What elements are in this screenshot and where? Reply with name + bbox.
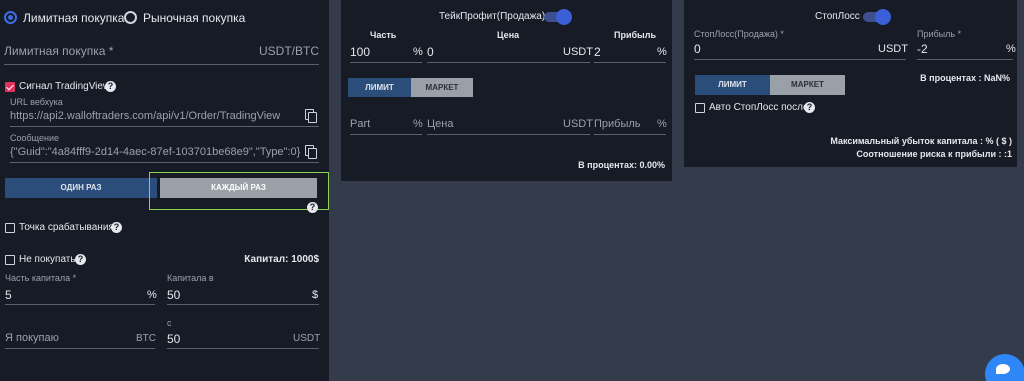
- c-underline: [167, 348, 319, 349]
- sl-price-label: СтопЛосс(Продажа) *: [694, 29, 784, 39]
- limit-buy-underline: [4, 64, 319, 65]
- tp2-part-underline: [350, 134, 422, 135]
- tp-profit-input[interactable]: Прибыль: [594, 118, 641, 130]
- copy-webhook-icon[interactable]: [305, 109, 317, 123]
- stop-loss-toggle[interactable]: [863, 9, 891, 25]
- dont-buy-help-icon[interactable]: ?: [75, 254, 86, 265]
- chat-button[interactable]: [985, 354, 1024, 381]
- i-buy-unit: BTC: [136, 333, 156, 344]
- tp-price-underline: [427, 62, 590, 63]
- tp2-profit-unit: %: [657, 118, 667, 130]
- trigger-point-help-icon[interactable]: ?: [111, 222, 122, 233]
- take-profit-panel: ТейкПрофит(Продажа) Часть Цена Прибыль 1…: [341, 0, 672, 181]
- c-unit: USDT: [293, 333, 321, 344]
- tp2-part-unit: %: [413, 118, 423, 130]
- tp-price-value[interactable]: 0: [427, 45, 434, 59]
- tp-profit-underline: [594, 62, 666, 63]
- dont-buy-label: Не покупать: [19, 254, 76, 265]
- tp-market-button[interactable]: МАРКЕТ: [411, 78, 473, 97]
- message-field[interactable]: {"Guid":"4a84fff9-2d14-4aec-87ef-103701b…: [10, 146, 300, 158]
- copy-message-icon[interactable]: [305, 145, 317, 159]
- tp-limit-button[interactable]: ЛИМИТ: [348, 78, 411, 97]
- tp-profit-unit: %: [657, 46, 667, 58]
- auto-stop-loss-help-icon[interactable]: ?: [804, 102, 815, 113]
- trigger-point-label: Точка срабатывания: [19, 222, 114, 233]
- i-buy-label[interactable]: Я покупаю: [5, 332, 59, 344]
- tp-part-unit: %: [413, 46, 423, 58]
- webhook-underline: [10, 126, 319, 127]
- stop-loss-panel: СтопЛосс СтопЛосс(Продажа) * 0 USDT Приб…: [684, 0, 1017, 167]
- max-loss-text: Максимальный убыток капитала : % ( $ ): [830, 136, 1012, 146]
- tp-price-input[interactable]: Цена: [427, 118, 453, 130]
- tp-price-unit: USDT: [563, 46, 593, 58]
- message-label: Сообщение: [10, 133, 59, 143]
- every-time-button[interactable]: КАЖДЫЙ РАЗ: [160, 178, 317, 198]
- capital-in-unit: $: [312, 289, 319, 301]
- stop-loss-title: СтопЛосс: [815, 11, 860, 22]
- message-underline: [10, 162, 319, 163]
- sl-price-value[interactable]: 0: [694, 42, 701, 56]
- trigger-point-checkbox[interactable]: [5, 223, 15, 233]
- capital-in-value[interactable]: 50: [167, 288, 180, 302]
- sl-profit-underline: [917, 59, 1013, 60]
- left-panel: Лимитная покупка Рыночная покупка Лимитн…: [0, 0, 329, 381]
- take-profit-toggle[interactable]: [544, 9, 572, 25]
- radio-market-buy[interactable]: [124, 11, 137, 24]
- sl-profit-value[interactable]: -2: [917, 42, 928, 56]
- limit-buy-unit: USDT/BTC: [259, 44, 319, 58]
- capital-in-underline: [167, 304, 319, 305]
- tv-signal-checkbox[interactable]: [5, 82, 15, 92]
- tp2-profit-underline: [594, 134, 666, 135]
- sl-profit-unit: %: [1006, 43, 1016, 55]
- limit-buy-label: Лимитная покупка *: [4, 44, 114, 58]
- auto-stop-loss-label: Авто СтопЛосс после: [709, 102, 809, 113]
- tp-profit-value[interactable]: 2: [594, 45, 601, 59]
- tv-signal-help-icon[interactable]: ?: [105, 81, 116, 92]
- tp2-price-underline: [427, 134, 590, 135]
- capital-part-unit: %: [147, 289, 157, 301]
- col-profit-header: Прибыль: [614, 30, 656, 40]
- sl-market-button[interactable]: МАРКЕТ: [770, 75, 845, 95]
- radio-market-buy-label[interactable]: Рыночная покупка: [143, 11, 245, 25]
- capital-part-value[interactable]: 5: [5, 288, 12, 302]
- tp-part-value[interactable]: 100: [350, 45, 370, 59]
- risk-ratio-text: Соотношение риска к прибыли : :1: [856, 149, 1012, 159]
- col-price-header: Цена: [497, 30, 520, 40]
- tv-signal-label: Сигнал TradingView: [19, 81, 111, 92]
- capital-in-label: Капитала в: [167, 273, 214, 283]
- c-label: с: [167, 318, 172, 328]
- i-buy-underline: [5, 348, 155, 349]
- radio-limit-buy-label[interactable]: Лимитная покупка: [23, 11, 124, 25]
- c-value[interactable]: 50: [167, 332, 180, 346]
- radio-limit-buy[interactable]: [4, 11, 17, 24]
- capital-part-label: Часть капитала *: [5, 273, 77, 283]
- take-profit-title: ТейкПрофит(Продажа): [439, 11, 546, 22]
- auto-stop-loss-checkbox[interactable]: [695, 103, 705, 113]
- tp2-price-unit: USDT: [563, 118, 593, 130]
- chat-icon: [996, 364, 1010, 374]
- dont-buy-checkbox[interactable]: [5, 255, 15, 265]
- sl-price-unit: USDT: [878, 43, 908, 55]
- webhook-label: URL вебхука: [10, 97, 63, 107]
- sl-price-underline: [694, 59, 906, 60]
- sl-limit-button[interactable]: ЛИМИТ: [695, 75, 770, 95]
- webhook-url-field[interactable]: https://api2.walloftraders.com/api/v1/Or…: [10, 110, 280, 122]
- tp-part-input[interactable]: Part: [350, 118, 370, 130]
- frequency-help-icon[interactable]: ?: [307, 202, 318, 213]
- col-part-header: Часть: [370, 30, 397, 40]
- sl-profit-label: Прибыль *: [917, 29, 962, 39]
- tp-part-underline: [350, 62, 422, 63]
- sl-percent-text: В процентах : NaN%: [920, 73, 1010, 83]
- capital-part-underline: [5, 304, 155, 305]
- tp-percent-text: В процентах: 0.00%: [578, 160, 665, 170]
- capital-text: Капитал: 1000$: [244, 254, 319, 265]
- once-button[interactable]: ОДИН РАЗ: [5, 178, 157, 198]
